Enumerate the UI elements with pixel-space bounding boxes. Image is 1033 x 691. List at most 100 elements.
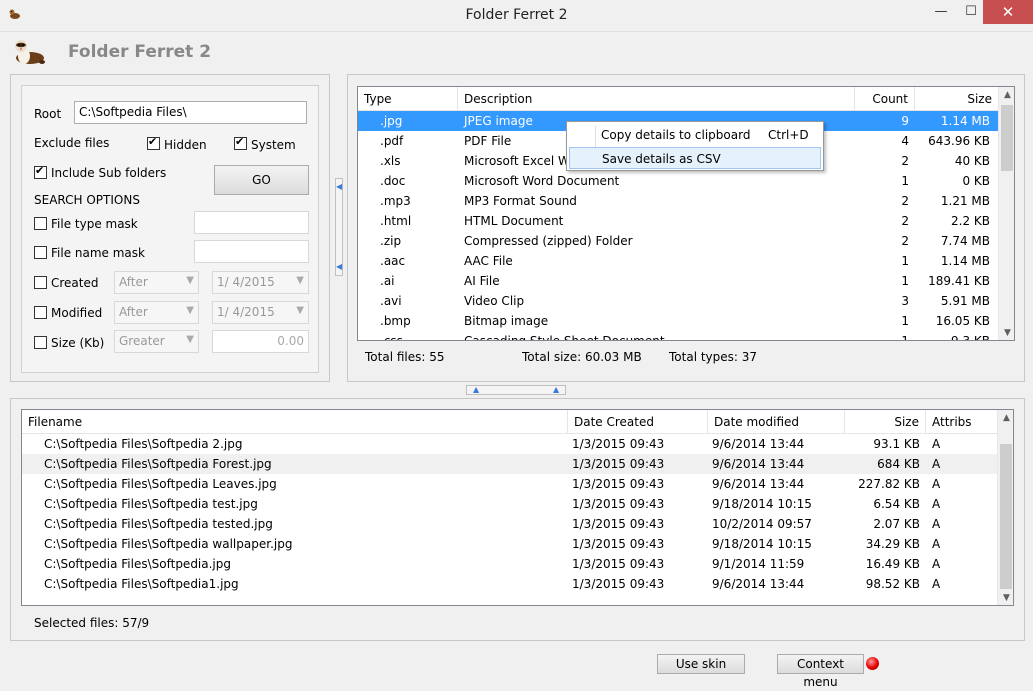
created-mode-select[interactable]: After ▼ [114,271,199,294]
size-value-input[interactable]: 0.00 [212,330,309,353]
app-header: Folder Ferret 2 [0,32,1033,72]
created-date-picker[interactable]: 1/ 4/2015 ▼ [212,271,309,294]
description-column-header[interactable]: Description [458,87,855,111]
type-row[interactable]: .aac AAC File 1 1.14 MB [358,251,998,271]
include-sub-folders-checkbox[interactable] [34,164,47,179]
filename-column-header[interactable]: Filename [22,410,568,434]
type-cell-description: HTML Document [464,214,564,228]
type-cell-type: .avi [380,294,402,308]
type-row[interactable]: .zip Compressed (zipped) Folder 2 7.74 MB [358,231,998,251]
system-checkbox[interactable] [234,135,247,150]
type-cell-size: 9.3 KB [951,334,990,341]
file-cell-filename: C:\Softpedia Files\Softpedia.jpg [44,557,232,571]
file-name-mask-label: File name mask [51,246,145,260]
file-size-column-header[interactable]: Size [845,410,926,434]
date-modified-column-header[interactable]: Date modified [708,410,845,434]
types-scroll-thumb[interactable] [1001,105,1013,171]
type-cell-description: Video Clip [464,294,525,308]
created-checkbox[interactable] [34,276,47,289]
type-cell-count: 1 [901,314,909,328]
type-cell-description: Microsoft Word Document [464,174,620,188]
file-cell-created: 1/3/2015 09:43 [572,557,665,571]
type-row[interactable]: .bmp Bitmap image 1 16.05 KB [358,311,998,331]
type-row[interactable]: .css Cascading Style Sheet Document 1 9.3 K… [358,331,998,341]
root-input[interactable]: C:\Softpedia Files\ [74,101,307,124]
file-cell-size: 93.1 KB [873,437,920,451]
close-button[interactable]: ✕ [983,0,1033,24]
scroll-down-icon[interactable]: ▼ [999,325,1014,340]
file-row[interactable]: C:\Softpedia Files\Softpedia wallpaper.j… [22,534,997,554]
left-panel-collapse-handle[interactable]: ◀ ◀ [335,178,343,276]
file-type-mask-input[interactable] [194,211,309,234]
maximize-button[interactable]: ☐ [956,0,986,24]
date-created-column-header[interactable]: Date Created [568,410,708,434]
type-column-header[interactable]: Type [358,87,458,111]
file-cell-modified: 9/18/2014 10:15 [712,537,812,551]
type-cell-count: 9 [901,114,909,128]
type-cell-size: 1.21 MB [940,194,990,208]
files-scrollbar[interactable]: ▲ ▼ [997,410,1013,605]
file-row[interactable]: C:\Softpedia Files\Softpedia Leaves.jpg 1… [22,474,997,494]
file-cell-attribs: A [932,557,941,571]
type-row[interactable]: .mp3 MP3 Format Sound 2 1.21 MB [358,191,998,211]
type-row[interactable]: .doc Microsoft Word Document 1 0 KB [358,171,998,191]
scroll-down-icon[interactable]: ▼ [998,590,1013,605]
files-list[interactable]: Filename Date Created Date modified Size… [21,409,1014,606]
file-cell-created: 1/3/2015 09:43 [572,477,665,491]
file-cell-modified: 9/6/2014 13:44 [712,477,805,491]
file-cell-modified: 9/6/2014 13:44 [712,437,805,451]
type-cell-type: .doc [380,174,406,188]
file-name-mask-checkbox[interactable] [34,246,47,259]
type-row[interactable]: .avi Video Clip 3 5.91 MB [358,291,998,311]
file-cell-created: 1/3/2015 09:43 [572,437,665,451]
file-name-mask-input[interactable] [194,240,309,263]
modified-mode-select[interactable]: After ▼ [114,301,199,324]
use-skin-button[interactable]: Use skin [657,654,745,674]
file-row[interactable]: C:\Softpedia Files\Softpedia.jpg 1/3/2015… [22,554,997,574]
scroll-up-icon[interactable]: ▲ [999,87,1014,104]
file-row[interactable]: C:\Softpedia Files\Softpedia tested.jpg 1… [22,514,997,534]
go-button[interactable]: GO [214,165,309,195]
hidden-label: Hidden [164,138,207,152]
save-csv-menu-item[interactable]: Save details as CSV [569,147,821,169]
count-column-header[interactable]: Count [855,87,915,111]
file-cell-modified: 10/2/2014 09:57 [712,517,812,531]
search-panel: Root C:\Softpedia Files\ Exclude files H… [10,74,330,382]
file-cell-modified: 9/6/2014 13:44 [712,577,805,591]
created-date-value: 1/ 4/2015 [217,275,275,289]
file-type-mask-checkbox[interactable] [34,217,47,230]
types-scrollbar[interactable]: ▲ ▼ [998,87,1014,340]
modified-date-picker[interactable]: 1/ 4/2015 ▼ [212,301,309,324]
context-menu-button[interactable]: Context menu [777,654,864,689]
minimize-button[interactable]: — [926,0,956,24]
hidden-checkbox[interactable] [147,135,160,150]
file-cell-attribs: A [932,537,941,551]
file-cell-modified: 9/1/2014 11:59 [712,557,805,571]
file-cell-attribs: A [932,497,941,511]
chevron-down-icon: ▼ [186,305,194,316]
size-column-header[interactable]: Size [915,87,999,111]
file-row[interactable]: C:\Softpedia Files\Softpedia 2.jpg 1/3/20… [22,434,997,454]
file-cell-size: 2.07 KB [873,517,920,531]
file-cell-attribs: A [932,457,941,471]
type-cell-type: .mp3 [380,194,411,208]
type-cell-type: .xls [380,154,401,168]
files-scroll-thumb[interactable] [1000,444,1012,589]
file-row[interactable]: C:\Softpedia Files\Softpedia1.jpg 1/3/201… [22,574,997,594]
file-row[interactable]: C:\Softpedia Files\Softpedia test.jpg 1/3… [22,494,997,514]
size-checkbox[interactable] [34,336,47,349]
scroll-up-icon[interactable]: ▲ [998,410,1013,427]
size-mode-select[interactable]: Greater ▼ [114,330,199,353]
type-cell-description: Cascading Style Sheet Document [464,334,665,341]
created-label: Created [51,276,99,290]
type-cell-count: 2 [901,154,909,168]
modified-checkbox[interactable] [34,306,47,319]
type-row[interactable]: .ai AI File 1 189.41 KB [358,271,998,291]
top-panel-collapse-handle[interactable]: ▲ ▲ [466,385,566,395]
modified-mode-value: After [119,305,148,319]
type-row[interactable]: .html HTML Document 2 2.2 KB [358,211,998,231]
copy-details-menu-item[interactable]: Copy details to clipboard Ctrl+D [569,124,821,146]
file-row[interactable]: C:\Softpedia Files\Softpedia Forest.jpg 1… [22,454,997,474]
attribs-column-header[interactable]: Attribs [926,410,998,434]
chevron-down-icon: ▼ [296,305,304,316]
